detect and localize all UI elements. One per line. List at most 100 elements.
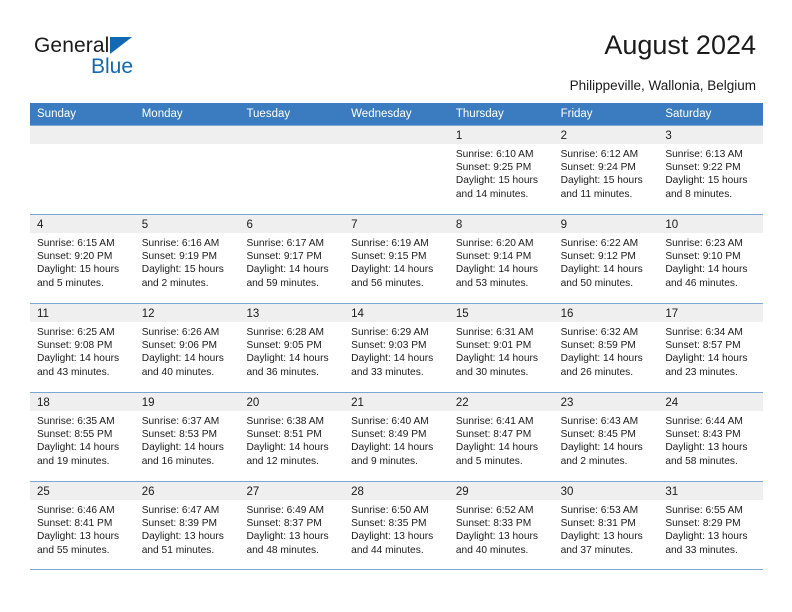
day-number-band: 17 bbox=[658, 304, 764, 322]
day-number: 19 bbox=[141, 397, 155, 409]
sunrise-text: Sunrise: 6:38 AM bbox=[246, 416, 325, 427]
sunrise-text: Sunrise: 6:52 AM bbox=[455, 505, 534, 516]
calendar-day-cell[interactable]: 31 Sunrise: 6:55 AM Sunset: 8:29 PM Dayl… bbox=[658, 482, 764, 569]
calendar-day-cell[interactable]: 13 Sunrise: 6:28 AM Sunset: 9:05 PM Dayl… bbox=[239, 304, 345, 392]
day-number-band: 15 bbox=[448, 304, 554, 322]
daylight-text: Daylight: 14 hours and 33 minutes. bbox=[351, 353, 434, 378]
calendar-day-cell[interactable]: 11 Sunrise: 6:25 AM Sunset: 9:08 PM Dayl… bbox=[30, 304, 135, 392]
calendar-day-cell[interactable]: 5 Sunrise: 6:16 AM Sunset: 9:19 PM Dayli… bbox=[134, 215, 240, 303]
calendar-day-cell[interactable]: 4 Sunrise: 6:15 AM Sunset: 9:20 PM Dayli… bbox=[30, 215, 135, 303]
calendar-day-cell[interactable]: 6 Sunrise: 6:17 AM Sunset: 9:17 PM Dayli… bbox=[239, 215, 345, 303]
sunset-text: Sunset: 9:14 PM bbox=[455, 251, 532, 263]
sunrise-text: Sunrise: 6:37 AM bbox=[141, 416, 220, 427]
calendar-day-cell[interactable]: 8 Sunrise: 6:20 AM Sunset: 9:14 PM Dayli… bbox=[448, 215, 554, 303]
sunrise-text: Sunrise: 6:26 AM bbox=[141, 327, 220, 338]
day-number: 6 bbox=[246, 219, 253, 231]
daylight-text: Daylight: 15 hours and 11 minutes. bbox=[560, 175, 643, 200]
sunset-text: Sunset: 8:43 PM bbox=[665, 429, 741, 441]
calendar-week-row: 25 Sunrise: 6:46 AM Sunset: 8:41 PM Dayl… bbox=[30, 481, 764, 570]
calendar-day-cell[interactable]: 20 Sunrise: 6:38 AM Sunset: 8:51 PM Dayl… bbox=[239, 393, 345, 481]
calendar-day-cell[interactable]: 7 Sunrise: 6:19 AM Sunset: 9:15 PM Dayli… bbox=[344, 215, 449, 303]
brand-logo[interactable]: General Blue bbox=[34, 34, 234, 84]
day-number-band: 9 bbox=[553, 215, 659, 233]
sunset-text: Sunset: 9:25 PM bbox=[455, 162, 532, 174]
day-details: Sunrise: 6:44 AM Sunset: 8:43 PM Dayligh… bbox=[658, 411, 763, 468]
daylight-text: Daylight: 14 hours and 46 minutes. bbox=[665, 264, 748, 289]
calendar-week-row: 1 Sunrise: 6:10 AM Sunset: 9:25 PM Dayli… bbox=[30, 125, 764, 214]
daylight-text: Daylight: 15 hours and 5 minutes. bbox=[37, 264, 120, 289]
day-details bbox=[239, 144, 344, 148]
calendar-day-cell[interactable]: 17 Sunrise: 6:34 AM Sunset: 8:57 PM Dayl… bbox=[658, 304, 764, 392]
logo-text-blue: Blue bbox=[91, 55, 134, 78]
sunset-text: Sunset: 9:15 PM bbox=[351, 251, 427, 263]
calendar-day-cell[interactable]: 12 Sunrise: 6:26 AM Sunset: 9:06 PM Dayl… bbox=[134, 304, 240, 392]
sunset-text: Sunset: 9:12 PM bbox=[560, 251, 636, 263]
daylight-text: Daylight: 14 hours and 23 minutes. bbox=[665, 353, 748, 378]
sunset-text: Sunset: 8:53 PM bbox=[141, 429, 218, 441]
calendar-day-cell[interactable]: 15 Sunrise: 6:31 AM Sunset: 9:01 PM Dayl… bbox=[448, 304, 554, 392]
calendar-day-cell[interactable]: 29 Sunrise: 6:52 AM Sunset: 8:33 PM Dayl… bbox=[448, 482, 554, 569]
day-number-band bbox=[344, 126, 449, 144]
day-number: 16 bbox=[560, 308, 574, 320]
day-number-band: 11 bbox=[30, 304, 135, 322]
calendar-day-cell[interactable]: 10 Sunrise: 6:23 AM Sunset: 9:10 PM Dayl… bbox=[658, 215, 764, 303]
day-number-band: 5 bbox=[134, 215, 240, 233]
day-number: 9 bbox=[560, 219, 567, 231]
day-number: 23 bbox=[560, 397, 574, 409]
calendar-day-cell[interactable]: 24 Sunrise: 6:44 AM Sunset: 8:43 PM Dayl… bbox=[658, 393, 764, 481]
sunset-text: Sunset: 9:05 PM bbox=[246, 340, 322, 352]
calendar-day-cell[interactable]: 23 Sunrise: 6:43 AM Sunset: 8:45 PM Dayl… bbox=[553, 393, 659, 481]
sunset-text: Sunset: 9:24 PM bbox=[560, 162, 636, 174]
day-details: Sunrise: 6:55 AM Sunset: 8:29 PM Dayligh… bbox=[658, 500, 763, 557]
calendar-week-row: 4 Sunrise: 6:15 AM Sunset: 9:20 PM Dayli… bbox=[30, 214, 764, 303]
calendar-day-cell[interactable]: 14 Sunrise: 6:29 AM Sunset: 9:03 PM Dayl… bbox=[344, 304, 449, 392]
sunset-text: Sunset: 9:06 PM bbox=[141, 340, 218, 352]
sunset-text: Sunset: 8:47 PM bbox=[455, 429, 532, 441]
sunrise-text: Sunrise: 6:49 AM bbox=[246, 505, 325, 516]
calendar-day-cell[interactable]: 2 Sunrise: 6:12 AM Sunset: 9:24 PM Dayli… bbox=[553, 126, 659, 214]
day-number: 2 bbox=[560, 130, 567, 142]
page-title: August 2024 bbox=[604, 30, 756, 60]
day-details: Sunrise: 6:20 AM Sunset: 9:14 PM Dayligh… bbox=[449, 233, 554, 290]
calendar-day-cell[interactable] bbox=[30, 126, 135, 214]
day-details: Sunrise: 6:37 AM Sunset: 8:53 PM Dayligh… bbox=[135, 411, 240, 468]
calendar-day-cell[interactable] bbox=[239, 126, 345, 214]
calendar-day-cell[interactable]: 1 Sunrise: 6:10 AM Sunset: 9:25 PM Dayli… bbox=[448, 126, 554, 214]
calendar-day-cell[interactable]: 25 Sunrise: 6:46 AM Sunset: 8:41 PM Dayl… bbox=[30, 482, 135, 569]
sunrise-text: Sunrise: 6:17 AM bbox=[246, 238, 325, 249]
calendar-day-cell[interactable]: 21 Sunrise: 6:40 AM Sunset: 8:49 PM Dayl… bbox=[344, 393, 449, 481]
calendar-day-cell[interactable]: 19 Sunrise: 6:37 AM Sunset: 8:53 PM Dayl… bbox=[134, 393, 240, 481]
day-number: 7 bbox=[351, 219, 358, 231]
daylight-text: Daylight: 13 hours and 44 minutes. bbox=[351, 531, 434, 556]
sunset-text: Sunset: 8:41 PM bbox=[37, 518, 113, 530]
daylight-text: Daylight: 14 hours and 59 minutes. bbox=[246, 264, 329, 289]
calendar-day-cell[interactable]: 22 Sunrise: 6:41 AM Sunset: 8:47 PM Dayl… bbox=[448, 393, 554, 481]
day-number-band: 19 bbox=[134, 393, 240, 411]
day-number: 21 bbox=[351, 397, 364, 409]
calendar-day-cell[interactable]: 28 Sunrise: 6:50 AM Sunset: 8:35 PM Dayl… bbox=[344, 482, 449, 569]
calendar-day-cell[interactable] bbox=[134, 126, 240, 214]
sunset-text: Sunset: 9:01 PM bbox=[455, 340, 532, 352]
sunset-text: Sunset: 8:35 PM bbox=[351, 518, 427, 530]
calendar-day-cell[interactable]: 27 Sunrise: 6:49 AM Sunset: 8:37 PM Dayl… bbox=[239, 482, 345, 569]
calendar-day-cell[interactable]: 18 Sunrise: 6:35 AM Sunset: 8:55 PM Dayl… bbox=[30, 393, 135, 481]
calendar-day-cell[interactable]: 3 Sunrise: 6:13 AM Sunset: 9:22 PM Dayli… bbox=[658, 126, 764, 214]
day-details: Sunrise: 6:31 AM Sunset: 9:01 PM Dayligh… bbox=[449, 322, 554, 379]
sunset-text: Sunset: 9:22 PM bbox=[665, 162, 741, 174]
calendar-day-cell[interactable]: 9 Sunrise: 6:22 AM Sunset: 9:12 PM Dayli… bbox=[553, 215, 659, 303]
calendar-day-cell[interactable]: 26 Sunrise: 6:47 AM Sunset: 8:39 PM Dayl… bbox=[134, 482, 240, 569]
sunrise-text: Sunrise: 6:34 AM bbox=[665, 327, 743, 338]
weekday-header-row: Sunday Monday Tuesday Wednesday Thursday… bbox=[30, 103, 763, 125]
sunset-text: Sunset: 8:33 PM bbox=[455, 518, 532, 530]
daylight-text: Daylight: 14 hours and 5 minutes. bbox=[455, 442, 538, 467]
daylight-text: Daylight: 14 hours and 40 minutes. bbox=[141, 353, 224, 378]
calendar-day-cell[interactable]: 16 Sunrise: 6:32 AM Sunset: 8:59 PM Dayl… bbox=[553, 304, 659, 392]
sunset-text: Sunset: 8:59 PM bbox=[560, 340, 636, 352]
calendar-day-cell[interactable]: 30 Sunrise: 6:53 AM Sunset: 8:31 PM Dayl… bbox=[553, 482, 659, 569]
day-number-band: 29 bbox=[448, 482, 554, 500]
sunrise-text: Sunrise: 6:55 AM bbox=[665, 505, 743, 516]
calendar-day-cell[interactable] bbox=[344, 126, 449, 214]
day-number-band bbox=[134, 126, 240, 144]
day-number-band: 12 bbox=[134, 304, 240, 322]
day-number: 11 bbox=[37, 308, 49, 320]
